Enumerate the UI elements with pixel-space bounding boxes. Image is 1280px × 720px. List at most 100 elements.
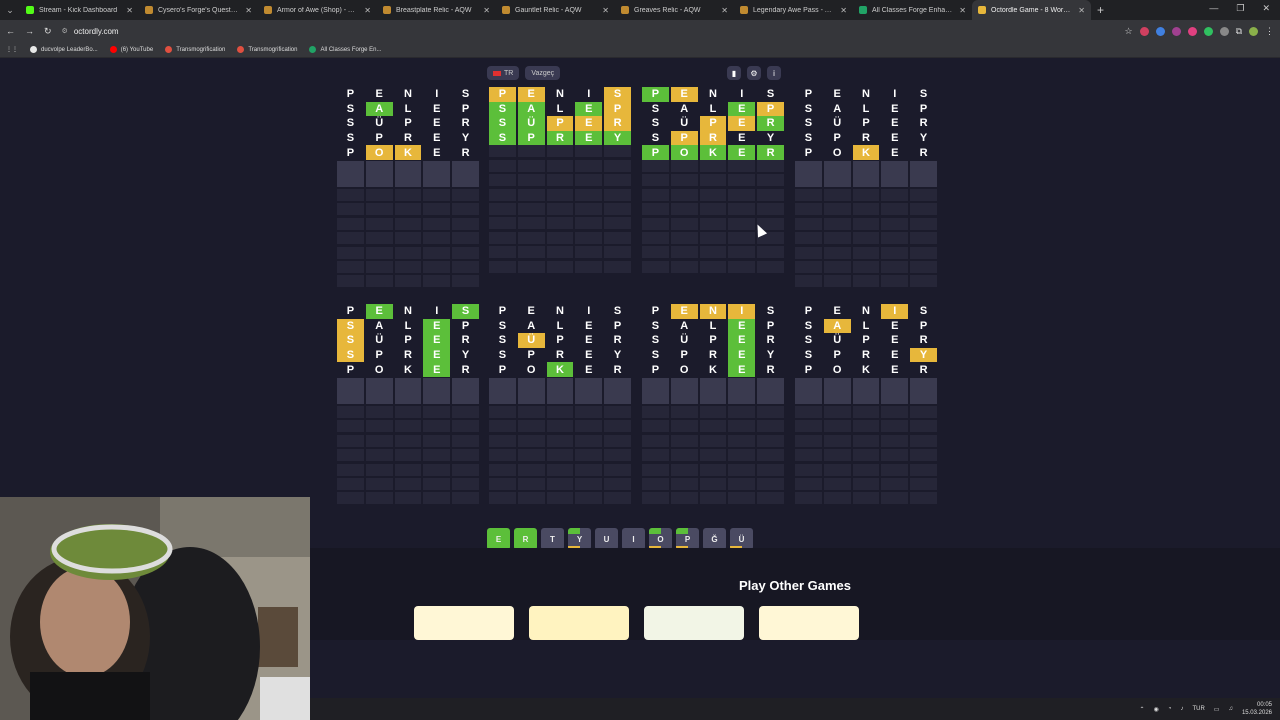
tab-close-icon[interactable]: ✕ <box>602 6 609 15</box>
display-icon[interactable]: ▭ <box>1214 706 1220 713</box>
key-o[interactable]: O <box>649 528 672 550</box>
browser-tab[interactable]: Stream - Kick Dashboard ✕ <box>20 0 139 20</box>
apps-icon[interactable]: ⋮⋮ <box>6 46 18 53</box>
minimize-button[interactable]: — <box>1209 3 1218 14</box>
extension-icon[interactable] <box>1203 26 1213 36</box>
settings-icon[interactable]: ⚙ <box>747 66 761 80</box>
extension-icon[interactable] <box>1171 26 1181 36</box>
new-tab-button[interactable]: + <box>1097 3 1104 17</box>
mic-icon[interactable]: ♪ <box>1180 706 1183 712</box>
empty-row <box>337 217 479 232</box>
tray-chevron-icon[interactable]: ⌃ <box>1140 706 1145 713</box>
empty-row <box>489 159 631 174</box>
tray-lang[interactable]: TUR <box>1192 706 1204 712</box>
key-ü[interactable]: Ü <box>730 528 753 550</box>
empty-row <box>337 260 479 275</box>
browser-tab[interactable]: Gauntlet Relic - AQW ✕ <box>496 0 615 20</box>
empty-tile <box>642 217 669 230</box>
bookmark-star-icon[interactable]: ☆ <box>1124 26 1132 37</box>
key-label: T <box>550 534 555 544</box>
network-icon[interactable]: ◉ <box>1154 706 1159 713</box>
game-card[interactable] <box>529 606 629 640</box>
letter-tile: S <box>498 319 507 332</box>
guess-row: SA LEP <box>337 318 479 334</box>
restore-button[interactable]: ❐ <box>1236 3 1244 14</box>
wifi-icon[interactable]: ◔ <box>1168 706 1172 712</box>
forward-icon[interactable]: → <box>25 26 34 36</box>
info-icon[interactable]: i <box>767 66 781 80</box>
tab-close-icon[interactable]: ✕ <box>1078 6 1085 15</box>
empty-tile <box>728 420 756 433</box>
bookmark-item[interactable]: Transmogrification <box>165 46 225 53</box>
tab-close-icon[interactable]: ✕ <box>483 6 490 15</box>
profile-avatar[interactable] <box>1249 26 1258 36</box>
tab-close-icon[interactable]: ✕ <box>959 6 966 15</box>
bookmark-item[interactable]: Transmogrification <box>237 46 297 53</box>
url-field[interactable]: ⚙ octordly.com <box>62 23 1115 39</box>
bookmark-item[interactable]: ducvolpe LeaderBo... <box>30 46 98 53</box>
extension-icon[interactable] <box>1219 26 1229 36</box>
back-icon[interactable]: ← <box>6 26 15 36</box>
letter-tile: N <box>699 304 727 319</box>
bookmark-item[interactable]: (6) YouTube <box>109 46 153 53</box>
browser-tab[interactable]: Breastplate Relic - AQW ✕ <box>377 0 496 20</box>
game-card[interactable] <box>414 606 514 640</box>
letter-tile: O <box>365 145 393 160</box>
current-input-row <box>489 377 631 406</box>
guess-row: SÜPER <box>337 116 479 131</box>
menu-icon[interactable]: ⋮ <box>1265 26 1274 37</box>
empty-tile <box>795 463 822 476</box>
empty-tile <box>852 275 880 288</box>
empty-tile <box>642 231 669 244</box>
browser-tab[interactable]: Armor of Awe (Shop) - AQW ✕ <box>258 0 377 20</box>
empty-row <box>489 174 631 188</box>
browser-tab[interactable]: All Classes Forge Enhancements ✕ <box>853 0 972 20</box>
game-card[interactable] <box>644 606 744 640</box>
browser-tab[interactable]: Octordle Game - 8 Words Wor ✕ <box>972 0 1091 20</box>
extension-icon[interactable] <box>1139 26 1149 36</box>
key-p[interactable]: P <box>676 528 699 550</box>
volume-icon[interactable]: ♫ <box>1228 706 1233 712</box>
browser-tab[interactable]: Cysero's Forge's Quests - AQW ✕ <box>139 0 258 20</box>
guess-row: PENIS <box>337 87 479 102</box>
key-i[interactable]: I <box>622 528 645 550</box>
game-card[interactable] <box>759 606 859 640</box>
letter-tile: S <box>919 88 928 101</box>
bookmark-item[interactable]: All Classes Forge En... <box>309 46 382 53</box>
tab-close-icon[interactable]: ✕ <box>364 6 371 15</box>
tab-search-button[interactable]: ⌄ <box>0 0 20 20</box>
tab-close-icon[interactable]: ✕ <box>840 6 847 15</box>
empty-tile <box>699 405 727 418</box>
extension-icon[interactable] <box>1187 26 1197 36</box>
close-window-button[interactable]: ✕ <box>1262 3 1270 14</box>
site-info-icon[interactable]: ⚙ <box>62 27 68 35</box>
letter-tile: E <box>433 102 441 115</box>
key-y[interactable]: Y <box>568 528 591 550</box>
give-up-button[interactable]: Vazgeç <box>525 66 561 80</box>
key-t[interactable]: T <box>541 528 564 550</box>
empty-tile <box>757 420 784 433</box>
tab-close-icon[interactable]: ✕ <box>721 6 728 15</box>
empty-tile <box>337 463 364 476</box>
letter-tile: N <box>404 305 412 318</box>
key-e[interactable]: E <box>487 528 510 550</box>
reload-icon[interactable]: ↻ <box>44 26 52 37</box>
empty-tile <box>423 203 451 216</box>
key-ğ[interactable]: Ğ <box>703 528 726 550</box>
tab-close-icon[interactable]: ✕ <box>245 6 252 15</box>
tab-close-icon[interactable]: ✕ <box>126 6 133 15</box>
browser-tab[interactable]: Legendary Awe Pass - AQW ✕ <box>734 0 853 20</box>
browser-tab[interactable]: Greaves Relic - AQW ✕ <box>615 0 734 20</box>
empty-tile <box>575 159 603 172</box>
extensions-puzzle-icon[interactable]: ⧉ <box>1236 26 1242 37</box>
letter-tile: S <box>651 334 660 347</box>
key-r[interactable]: R <box>514 528 537 550</box>
stats-icon[interactable]: ▮ <box>727 66 741 80</box>
clock[interactable]: 00:05 15.03.2026 <box>1242 701 1272 717</box>
empty-tile <box>365 420 393 433</box>
extension-icon[interactable] <box>1155 26 1165 36</box>
language-button[interactable]: TR <box>487 66 520 80</box>
empty-row <box>337 434 479 449</box>
letter-tile: S <box>766 305 775 318</box>
key-u[interactable]: U <box>595 528 618 550</box>
